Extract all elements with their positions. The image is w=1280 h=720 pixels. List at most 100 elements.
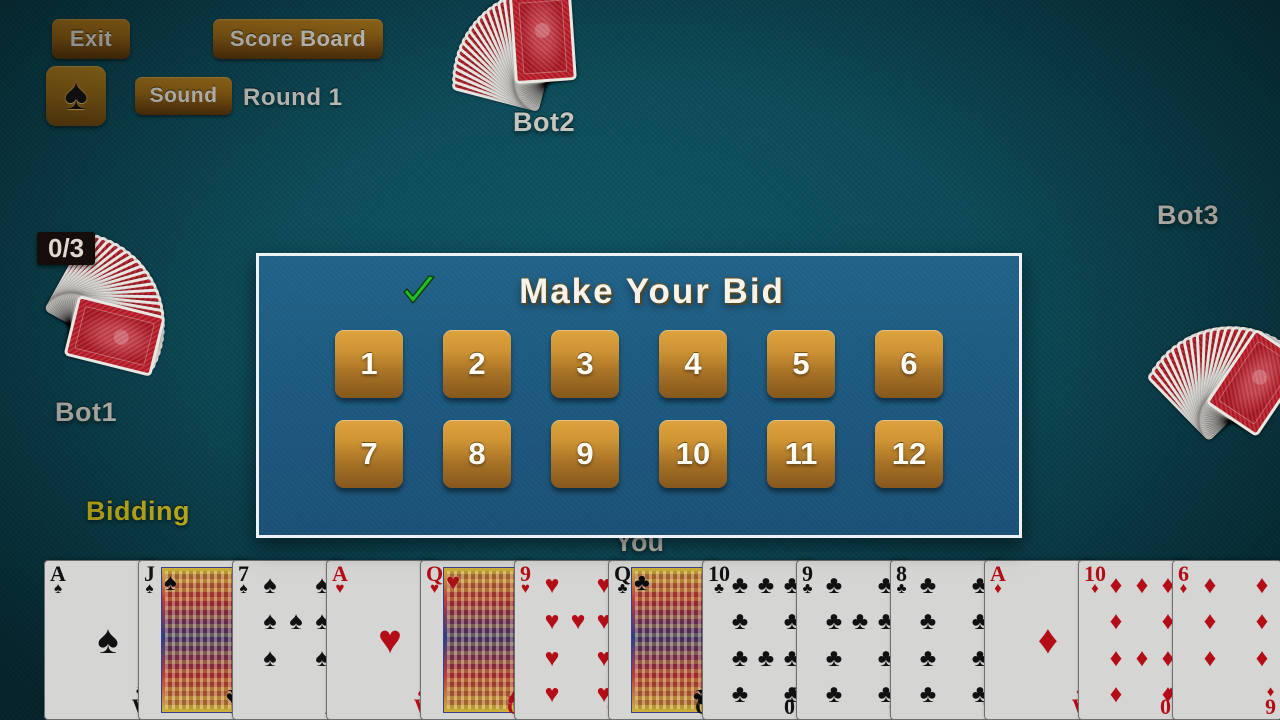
bid-cell: 2	[423, 330, 531, 398]
spade-icon: ♠	[64, 70, 88, 119]
bid-cell: 6	[855, 330, 963, 398]
card-suit-icon: ♣	[825, 570, 843, 599]
bid-button-10[interactable]: 10	[659, 420, 727, 488]
card-corner-index: 9 ♣	[802, 562, 813, 598]
bid-button-9[interactable]: 9	[551, 420, 619, 488]
bid-cell: 9	[531, 420, 639, 488]
dialog-header: Make Your Bid	[259, 256, 1019, 328]
card-pips: ♦ ♦ ♦ ♦ ♦ ♦	[1197, 567, 1275, 713]
card-suit-icon: ♦	[1109, 680, 1123, 709]
bid-button-7[interactable]: 7	[335, 420, 403, 488]
card-suit-icon: ♣	[825, 680, 843, 709]
card-suit-icon: ♦	[1255, 607, 1269, 636]
card-suit-icon: ♣	[919, 607, 937, 636]
hand-card-6♦[interactable]: 6 ♦ ♦ ♦ ♦ ♦ ♦ ♦ 6 ♦	[1172, 560, 1280, 720]
card-face-art: ♠♠	[161, 567, 242, 713]
bid-button-grid: 1 2 3 4 5 6 7 8 9 10 11 12	[259, 330, 1019, 488]
card-pips: ♠ ♠ ♠ ♠ ♠ ♠ ♠	[257, 567, 335, 713]
make-your-bid-dialog: Make Your Bid 1 2 3 4 5 6 7 8 9 10 11 12	[256, 253, 1022, 538]
card-suit-icon: ♥	[446, 569, 461, 596]
bidding-status-label: Bidding	[86, 496, 190, 526]
card-back	[508, 0, 577, 85]
card-suit-icon: ♣	[919, 680, 937, 709]
card-suit-icon: ♠	[263, 607, 277, 636]
card-corner-index: 8 ♣	[896, 562, 907, 598]
card-corner-index: A ♠	[50, 562, 66, 596]
bid-button-8[interactable]: 8	[443, 420, 511, 488]
card-suit-icon: ♠	[239, 581, 248, 598]
card-suit-icon: ♣	[731, 607, 749, 636]
card-pips: ♣ ♣ ♣ ♣ ♣ ♣ ♣ ♣	[915, 567, 993, 713]
bid-button-12[interactable]: 12	[875, 420, 943, 488]
card-corner-index: Q ♥	[426, 562, 443, 596]
card-suit-icon: ♦	[1109, 607, 1123, 636]
card-suit-icon: ♦	[1203, 607, 1217, 636]
card-face-art: ♥♥	[443, 567, 524, 713]
sound-button[interactable]: Sound	[135, 77, 232, 115]
card-pips: ♣ ♣ ♣ ♣ ♣ ♣ ♣ ♣ ♣	[821, 567, 899, 713]
card-suit-icon: ♣	[919, 643, 937, 672]
card-corner-index: A ♥	[332, 562, 348, 596]
spade-icon-button[interactable]: ♠	[46, 66, 106, 126]
card-corner-index: A ♦	[990, 562, 1006, 596]
exit-button[interactable]: Exit	[52, 19, 130, 59]
card-suit-icon: ♣	[851, 607, 869, 636]
bot1-name-label: Bot1	[55, 397, 117, 427]
bot3-name-label: Bot3	[1157, 200, 1219, 230]
bid-cell: 5	[747, 330, 855, 398]
card-suit-icon: ♥	[544, 680, 560, 709]
card-suit-icon: ♣	[919, 570, 937, 599]
bid-button-1[interactable]: 1	[335, 330, 403, 398]
card-corner-index: Q ♣	[614, 562, 631, 596]
card-corner-index: J ♠	[144, 562, 155, 598]
bid-button-5[interactable]: 5	[767, 330, 835, 398]
card-suit-icon: ♥	[378, 618, 402, 662]
card-suit-icon: ♣	[731, 570, 749, 599]
card-suit-icon: ♠	[164, 569, 177, 596]
card-corner-index: 7 ♠	[238, 562, 249, 598]
round-indicator: Round 1	[243, 84, 343, 111]
card-suit-icon: ♥	[544, 570, 560, 599]
bid-button-6[interactable]: 6	[875, 330, 943, 398]
card-suit-icon: ♦	[1037, 618, 1059, 662]
bid-button-11[interactable]: 11	[767, 420, 835, 488]
bid-cell: 11	[747, 420, 855, 488]
card-suit-icon: ♥	[570, 607, 586, 636]
game-screen: 0/3 Exit Score Board ♠ Sound Round 1 Bot…	[0, 0, 1280, 720]
card-corner-index: 9 ♥	[520, 562, 531, 598]
check-icon	[403, 275, 435, 304]
score-board-button[interactable]: Score Board	[213, 19, 383, 59]
bid-button-3[interactable]: 3	[551, 330, 619, 398]
bid-cell: 12	[855, 420, 963, 488]
card-face-art: ♣♣	[631, 567, 712, 713]
card-suit-icon: ♣	[634, 569, 650, 596]
card-suit-icon: ♦	[1135, 570, 1149, 599]
bot2-name-label: Bot2	[513, 107, 575, 137]
bid-cell: 8	[423, 420, 531, 488]
card-suit-icon: ♣	[757, 643, 775, 672]
card-suit-icon: ♠	[263, 570, 277, 599]
dialog-title: Make Your Bid	[519, 272, 785, 311]
card-suit-icon: ♦	[1255, 570, 1269, 599]
card-suit-icon: ♣	[731, 643, 749, 672]
card-pips: ♥ ♥ ♥ ♥ ♥ ♥ ♥ ♥ ♥	[539, 567, 617, 713]
card-suit-icon: ♣	[802, 581, 813, 598]
card-suit-icon: ♦	[1203, 570, 1217, 599]
bid-cell: 3	[531, 330, 639, 398]
bid-cell: 4	[639, 330, 747, 398]
card-suit-icon: ♣	[825, 643, 843, 672]
card-suit-icon: ♣	[896, 581, 907, 598]
card-suit-icon: ♥	[544, 607, 560, 636]
card-suit-icon: ♠	[145, 581, 154, 598]
card-suit-icon: ♦	[1135, 643, 1149, 672]
card-suit-icon: ♥	[544, 643, 560, 672]
card-suit-icon: ♣	[731, 680, 749, 709]
bid-cell: 1	[315, 330, 423, 398]
bid-cell: 7	[315, 420, 423, 488]
bid-button-2[interactable]: 2	[443, 330, 511, 398]
bid-button-4[interactable]: 4	[659, 330, 727, 398]
bid-cell: 10	[639, 420, 747, 488]
card-corner-index-bottom: 6 ♦	[1265, 683, 1276, 719]
card-suit-icon: ♥	[521, 581, 530, 598]
bot1-tricks-badge: 0/3	[37, 232, 96, 266]
